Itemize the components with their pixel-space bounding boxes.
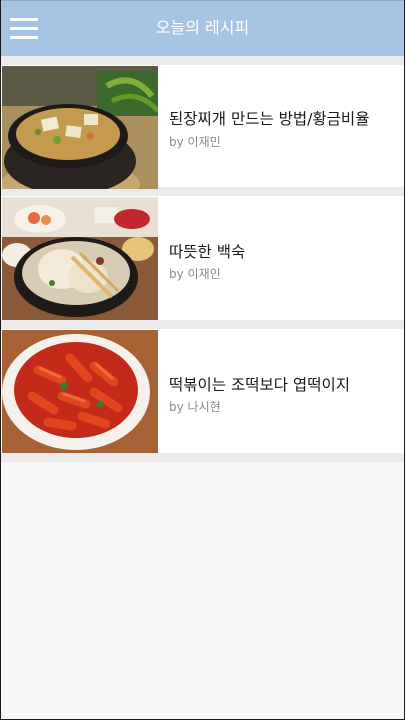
recipe-title: 된장찌개 만드는 방법/황금비율: [169, 110, 370, 128]
recipe-author: by 이재인: [169, 267, 221, 281]
divider: [1, 56, 404, 65]
recipe-author: by 나시현: [169, 400, 221, 414]
recipe-card[interactable]: 된장찌개 만드는 방법/황금비율 by 이재민: [1, 65, 404, 189]
recipe-list: 된장찌개 만드는 방법/황금비율 by 이재민 따뜻한 백숙 by 이재인 떡볶…: [1, 56, 404, 462]
page-title: 오늘의 레시피: [155, 18, 250, 37]
divider: [1, 453, 404, 462]
recipe-title: 떡볶이는 조떡보다 엽떡이지: [169, 376, 350, 394]
recipe-card[interactable]: 따뜻한 백숙 by 이재인: [1, 196, 404, 320]
app-bar: 오늘의 레시피: [1, 0, 404, 56]
baeksuk-photo: [2, 197, 158, 320]
tteokbokki-photo: [2, 330, 158, 453]
doenjang-jjigae-photo: [2, 66, 158, 189]
divider: [1, 320, 404, 329]
recipe-author: by 이재민: [169, 135, 221, 149]
recipe-card[interactable]: 떡볶이는 조떡보다 엽떡이지 by 나시현: [1, 329, 404, 453]
hamburger-menu-icon[interactable]: [10, 14, 38, 44]
recipe-title: 따뜻한 백숙: [169, 243, 246, 261]
